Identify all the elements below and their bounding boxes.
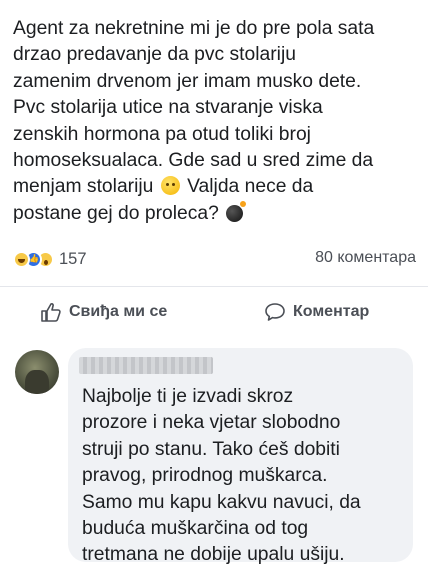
comment-text: Najbolje ti je izvadi skroz prozore i ne…: [82, 384, 402, 569]
thumbs-up-icon: [41, 303, 61, 322]
comment-line: prozore i neka vjetar slobodno: [82, 412, 341, 434]
comment-button-label: Коментар: [293, 303, 370, 320]
commenter-name-redacted[interactable]: [79, 357, 213, 374]
reaction-count: 157: [59, 249, 87, 268]
comment-line: pravog, prirodnog muškarca.: [82, 465, 328, 487]
confused-face-icon: [160, 176, 180, 196]
post-line: postane gej do proleca?: [13, 202, 219, 224]
post-line: homoseksualaca. Gde sad u sred zime da: [13, 150, 374, 172]
comment-line: tretmana ne dobije upalu ušiju.: [82, 544, 345, 566]
post-line: menjam stolariju: [13, 176, 154, 198]
post-line-with-emoji: postane gej do proleca?: [13, 200, 418, 227]
post-text: Agent za nekretnine mi je do pre pola sa…: [13, 16, 418, 227]
reactions-summary[interactable]: 157: [13, 247, 87, 271]
post-line: drzao predavanje da pvc stolariju: [13, 44, 296, 66]
comment-line: Samo mu kapu kakvu navuci, da: [82, 491, 361, 513]
comment-line: struji po stanu. Tako ćeš dobiti: [82, 438, 340, 460]
comment-button[interactable]: Коментар: [264, 296, 369, 328]
post-line-with-emoji: menjam stolariju Valjda nece da: [13, 174, 418, 200]
post-line: zenskih hormona pa otud toliki broj: [13, 123, 311, 145]
comments-count-link[interactable]: 80 коментара: [315, 249, 416, 267]
divider: [0, 286, 428, 287]
post-line: Pvc stolarija utice na stvaranje viska: [13, 97, 323, 119]
haha-reaction-icon: [13, 250, 30, 268]
commenter-avatar[interactable]: [15, 350, 59, 394]
post-line: Valjda nece da: [187, 176, 314, 198]
comment-line: buduća muškarčina od tog: [82, 518, 309, 540]
post-line: zamenim drvenom jer imam musko dete.: [13, 70, 362, 92]
like-button[interactable]: Свиђа ми се: [40, 296, 167, 328]
speech-bubble-icon: [265, 303, 285, 321]
post-actions-bar: Свиђа ми се Коментар: [0, 296, 428, 328]
post-line: Agent za nekretnine mi je do pre pola sa…: [13, 18, 375, 39]
like-button-label: Свиђа ми се: [69, 303, 168, 320]
bomb-icon: [226, 200, 247, 222]
comment-line: Najbolje ti je izvadi skroz: [82, 386, 294, 407]
